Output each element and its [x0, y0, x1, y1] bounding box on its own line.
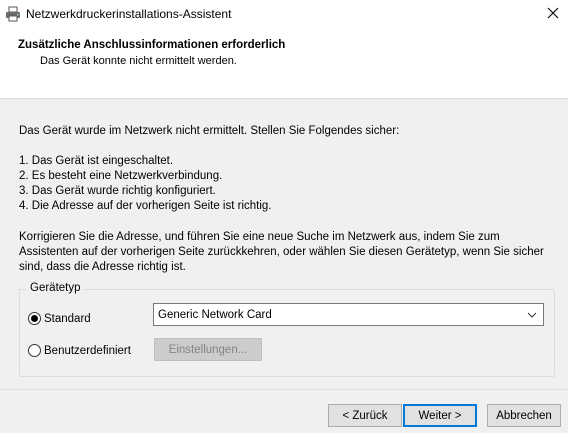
list-item: 2. Es besteht eine Netzwerkverbindung. — [19, 170, 223, 182]
window-title: Netzwerkdruckerinstallations-Assistent — [26, 7, 232, 21]
device-type-select[interactable]: Generic Network Card — [153, 303, 544, 326]
page-title: Zusätzliche Anschlussinformationen erfor… — [18, 39, 286, 51]
next-button[interactable]: Weiter > — [403, 404, 477, 427]
instruction-text: Korrigieren Sie die Adresse, und führen … — [19, 231, 544, 273]
wizard-content: Das Gerät wurde im Netzwerk nicht ermitt… — [0, 100, 568, 389]
printer-icon — [5, 6, 21, 22]
check-list: 1. Das Gerät ist eingeschaltet. 2. Es be… — [19, 154, 272, 214]
custom-radio[interactable]: Benutzerdefiniert — [28, 344, 131, 357]
intro-text: Das Gerät wurde im Netzwerk nicht ermitt… — [19, 125, 400, 137]
settings-button[interactable]: Einstellungen... — [154, 338, 262, 361]
custom-label: Benutzerdefiniert — [44, 344, 131, 357]
list-item: 4. Die Adresse auf der vorherigen Seite … — [19, 200, 272, 212]
list-item: 3. Das Gerät wurde richtig konfiguriert. — [19, 185, 216, 197]
close-icon — [547, 7, 559, 22]
wizard-header: Zusätzliche Anschlussinformationen erfor… — [0, 28, 568, 99]
page-subtitle: Das Gerät konnte nicht ermittelt werden. — [40, 55, 237, 67]
standard-label: Standard — [44, 312, 91, 325]
chevron-down-icon — [527, 310, 537, 320]
list-item: 1. Das Gerät ist eingeschaltet. — [19, 155, 174, 167]
group-legend: Gerätetyp — [27, 282, 84, 294]
close-button[interactable] — [538, 0, 568, 28]
radio-button-checked[interactable] — [28, 312, 41, 325]
select-value: Generic Network Card — [158, 308, 272, 321]
footer-divider — [0, 389, 568, 390]
radio-button-unchecked[interactable] — [28, 344, 41, 357]
standard-radio[interactable]: Standard — [28, 312, 91, 325]
back-button[interactable]: < Zurück — [328, 404, 402, 427]
title-bar: Netzwerkdruckerinstallations-Assistent — [0, 0, 568, 28]
cancel-button[interactable]: Abbrechen — [487, 404, 561, 427]
